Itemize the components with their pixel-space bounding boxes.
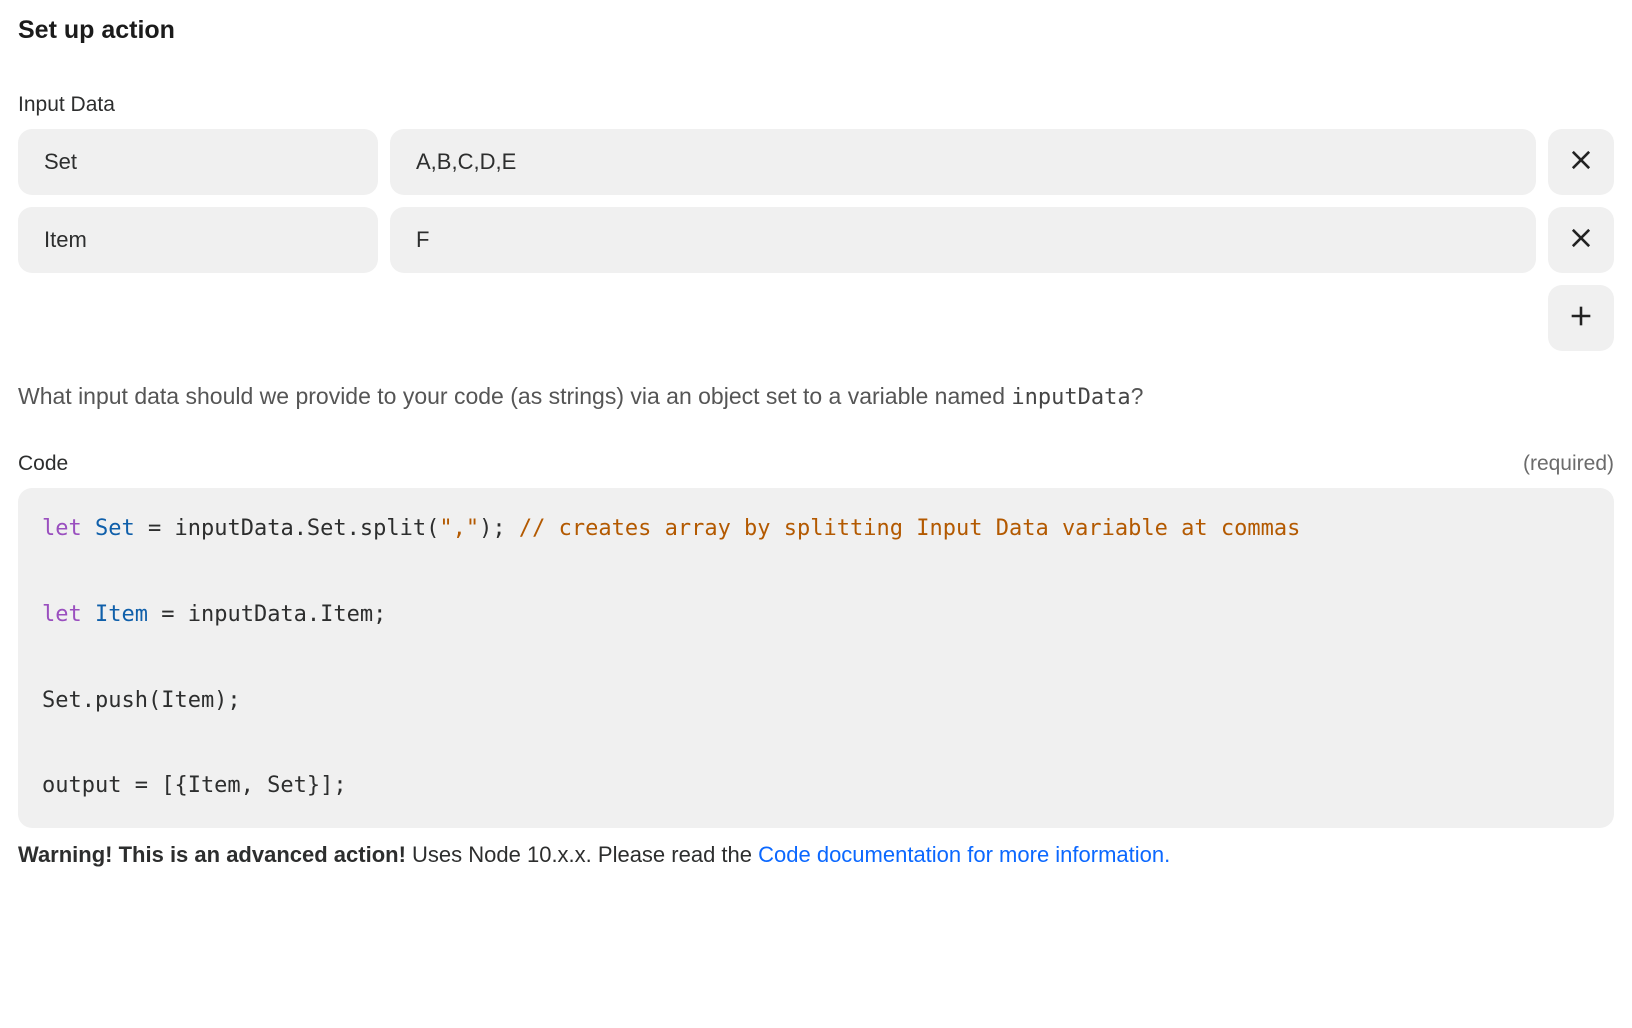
input-data-rows: SetA,B,C,D,EItemF: [18, 129, 1614, 273]
input-key-field[interactable]: Set: [18, 129, 378, 195]
input-data-row: ItemF: [18, 207, 1614, 273]
code-docs-link[interactable]: Code documentation for more information.: [758, 842, 1170, 867]
remove-row-button[interactable]: [1548, 129, 1614, 195]
input-value-field[interactable]: F: [390, 207, 1536, 273]
input-data-label: Input Data: [18, 93, 1614, 117]
add-row-button[interactable]: [1548, 285, 1614, 351]
input-key-field[interactable]: Item: [18, 207, 378, 273]
code-editor[interactable]: let Set = inputData.Set.split(","); // c…: [18, 488, 1614, 828]
input-data-help: What input data should we provide to you…: [18, 379, 1614, 414]
remove-row-button[interactable]: [1548, 207, 1614, 273]
input-data-row: SetA,B,C,D,E: [18, 129, 1614, 195]
page-title: Set up action: [18, 16, 1614, 45]
warning-text: Warning! This is an advanced action! Use…: [18, 838, 1614, 871]
code-required-tag: (required): [1523, 452, 1614, 476]
close-icon: [1567, 224, 1595, 257]
code-label: Code: [18, 452, 68, 476]
plus-icon: [1567, 302, 1595, 335]
input-value-field[interactable]: A,B,C,D,E: [390, 129, 1536, 195]
close-icon: [1567, 146, 1595, 179]
